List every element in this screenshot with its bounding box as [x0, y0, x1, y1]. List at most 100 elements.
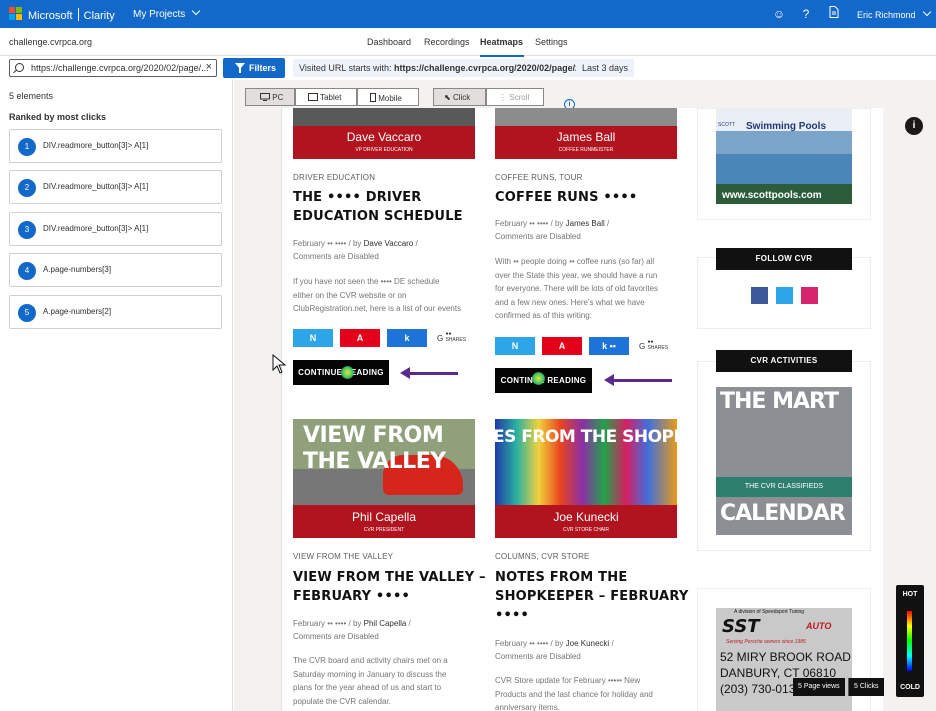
post-author-link[interactable]: Dave Vaccaro — [364, 239, 414, 248]
element-label: DIV.readmore_button[3]> A[1] — [43, 224, 149, 233]
linkedin-share-button[interactable]: k •• — [589, 337, 629, 355]
post-title[interactable]: NOTES FROM THE SHOPKEEPER – FEBRUARY •••• — [495, 568, 688, 625]
post-meta: February •• •••• / by Phil Capella / Comm… — [293, 619, 411, 641]
brand[interactable]: Microsoft Clarity — [28, 8, 115, 22]
heat-cold-label: COLD — [900, 684, 920, 691]
sst-division: A division of Speedsport Tuning — [734, 609, 805, 615]
twitter-icon[interactable] — [776, 287, 793, 304]
heat-gradient — [907, 611, 912, 671]
tablet-icon — [308, 93, 318, 101]
sst-phone: (203) 730-0131 — [720, 682, 803, 696]
element-label: A.page-numbers[2] — [43, 307, 112, 316]
ad-text: Swimming Pools — [746, 121, 827, 132]
pinterest-share-button[interactable]: A — [340, 329, 380, 347]
instagram-icon[interactable] — [801, 287, 818, 304]
nav-row: challenge.cvrpca.org Dashboard Recording… — [0, 28, 936, 57]
phone-icon — [370, 93, 376, 102]
ranked-element-item[interactable]: 5 A.page-numbers[2] — [9, 295, 222, 329]
device-tablet-button[interactable]: Tablet — [295, 88, 357, 106]
linkedin-share-button[interactable]: k — [387, 329, 427, 347]
chip-prefix: Visited URL starts with: — [299, 63, 392, 73]
tab-dashboard[interactable]: Dashboard — [367, 37, 411, 47]
post-image: ES FROM THE SHOPKE Joe Kunecki CVR STORE… — [495, 419, 677, 538]
device-mobile-button[interactable]: Mobile — [357, 88, 419, 106]
user-menu[interactable]: Eric Richmond — [857, 7, 931, 20]
heat-hot-label: HOT — [902, 591, 918, 598]
page-info-icon[interactable]: i — [905, 117, 923, 135]
page-preview: Dave Vaccaro VP DRIVER EDUCATION James B… — [281, 108, 883, 711]
element-count: 5 elements — [9, 91, 54, 101]
scroll-mode-button[interactable]: ⋮ Scroll — [486, 88, 544, 106]
image-caption-name: Phil Capella — [351, 510, 417, 524]
post-meta: February •• •••• / by Joe Kunecki / Comme… — [495, 639, 614, 661]
mart-subtitle: THE CVR CLASSIFIEDS — [744, 483, 824, 490]
post-title[interactable]: VIEW FROM THE VALLEY – FEBRUARY •••• — [293, 568, 486, 606]
image-caption-role: CVR STORE CHAIR — [562, 527, 610, 533]
top-bar: Microsoft Clarity My Projects ☺ ? Eric Ri… — [0, 0, 936, 28]
device-tablet-label: Tablet — [320, 93, 342, 102]
rank-badge: 1 — [18, 138, 36, 156]
mart-calendar: CALENDAR — [720, 501, 846, 526]
post-image: Dave Vaccaro VP DRIVER EDUCATION — [293, 108, 475, 159]
chip-value: https://challenge.cvrpca.org/2020/02/pag… — [394, 63, 587, 73]
click-mode-button[interactable]: ⬉ Click — [433, 88, 486, 106]
tab-heatmaps[interactable]: Heatmaps — [480, 37, 523, 47]
cvr-mart-image[interactable]: THE MART THE CVR CLASSIFIEDS CALENDAR — [716, 387, 852, 535]
twitter-share-button[interactable]: N — [293, 329, 333, 347]
post-category[interactable]: DRIVER EDUCATION — [293, 173, 375, 182]
date-range-chip[interactable]: Last 3 days — [576, 59, 635, 77]
post-category[interactable]: COFFEE RUNS, TOUR — [495, 173, 583, 182]
ad-widget: SCOTT Swimming Pools www.scottpools.com — [697, 108, 871, 220]
microsoft-logo-icon — [9, 7, 23, 21]
click-label: Click — [452, 93, 471, 102]
image-caption-name: James Ball — [556, 130, 616, 144]
ranked-element-item[interactable]: 4 A.page-numbers[3] — [9, 253, 222, 287]
post-excerpt: With •• people doing •• coffee runs (so … — [495, 257, 659, 320]
help-icon[interactable]: ? — [798, 6, 814, 22]
url-filter-chip[interactable]: Visited URL starts with: https://challen… — [293, 59, 593, 77]
device-pc-button[interactable]: PC — [245, 88, 295, 106]
google-share-button[interactable]: G ●● SHARES — [437, 331, 466, 343]
follow-widget: FOLLOW CVR — [697, 248, 871, 329]
ranked-element-item[interactable]: 3 DIV.readmore_button[3]> A[1] — [9, 212, 222, 246]
post-author-link[interactable]: Joe Kunecki — [566, 639, 610, 648]
ranked-element-item[interactable]: 1 DIV.readmore_button[3]> A[1] — [9, 129, 222, 163]
element-label: DIV.readmore_button[3]> A[1] — [43, 141, 149, 150]
post-image: James Ball COFFEE RUNMEISTER — [495, 108, 677, 159]
tab-settings[interactable]: Settings — [535, 37, 568, 47]
url-search-input[interactable]: https://challenge.cvrpca.org/2020/02/pag… — [9, 59, 217, 77]
post-title[interactable]: COFFEE RUNS •••• — [495, 188, 637, 207]
element-label: DIV.readmore_button[3]> A[1] — [43, 182, 149, 191]
sst-address: 52 MIRY BROOK ROAD — [720, 650, 851, 664]
pinterest-share-button[interactable]: A — [542, 337, 582, 355]
twitter-share-button[interactable]: N — [495, 337, 535, 355]
clear-icon[interactable]: × — [206, 61, 212, 73]
post-category[interactable]: VIEW FROM THE VALLEY — [293, 552, 393, 561]
post-category[interactable]: COLUMNS, CVR STORE — [495, 552, 590, 561]
tab-recordings[interactable]: Recordings — [424, 37, 470, 47]
post-author-link[interactable]: Phil Capella — [364, 619, 407, 628]
post-title[interactable]: THE •••• DRIVER EDUCATION SCHEDULE — [293, 188, 463, 226]
image-headline: THE VALLEY — [303, 449, 446, 474]
scroll-icon: ⋮ — [499, 93, 507, 102]
google-share-button[interactable]: G ●● SHARES — [639, 339, 668, 351]
annotation-arrow — [604, 374, 672, 386]
filters-button[interactable]: Filters — [223, 58, 285, 78]
page-views-stat: 5 Page views — [793, 678, 845, 696]
share-bar: N A k •• G ●● SHARES — [495, 337, 685, 355]
device-mobile-label: Mobile — [378, 94, 402, 103]
my-projects-menu[interactable]: My Projects — [133, 6, 201, 20]
ranked-element-item[interactable]: 2 DIV.readmore_button[3]> A[1] — [9, 170, 222, 204]
filters-label: Filters — [249, 63, 277, 73]
sponsor-widget: A division of Speedsport Tuning SST AUTO… — [697, 588, 871, 711]
post-author-link[interactable]: James Ball — [566, 219, 605, 228]
follow-title: FOLLOW CVR — [716, 248, 852, 270]
filter-row: https://challenge.cvrpca.org/2020/02/pag… — [0, 56, 936, 80]
url-value: https://challenge.cvrpca.org/2020/02/pag… — [31, 63, 209, 73]
sidebar-title: Ranked by most clicks — [9, 112, 107, 122]
document-icon[interactable] — [826, 6, 842, 22]
scott-pools-ad[interactable]: SCOTT Swimming Pools www.scottpools.com — [716, 109, 852, 204]
facebook-icon[interactable] — [751, 287, 768, 304]
smiley-icon[interactable]: ☺ — [771, 6, 787, 22]
scroll-label: Scroll — [509, 93, 530, 102]
